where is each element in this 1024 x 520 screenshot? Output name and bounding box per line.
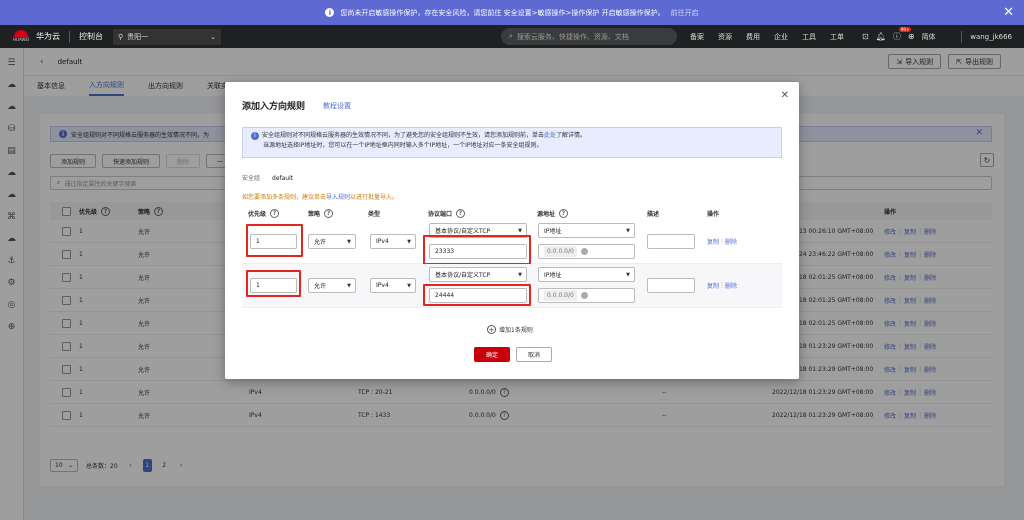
help-icon[interactable]: ? (456, 208, 466, 218)
help-icon[interactable]: ? (324, 208, 334, 218)
security-group-field: 安全组 default (242, 175, 294, 182)
caret-down-icon: ▼ (347, 238, 351, 245)
highlight-box (423, 284, 531, 306)
caret-down-icon: ▼ (347, 282, 351, 289)
delete-link[interactable]: 删除 (725, 281, 737, 290)
dialog-table-header: 优先级? 策略? 类型 协议端口? 源地址? 描述 操作 (248, 208, 720, 218)
region-selector[interactable]: ⚲ 贵阳一 ⌄ (113, 28, 221, 45)
cancel-button[interactable]: 取消 (516, 347, 552, 362)
type-select[interactable]: IPv4 ▼ (370, 234, 416, 249)
description-input[interactable] (647, 234, 695, 249)
close-icon[interactable]: ✕ (1003, 5, 1014, 20)
type-select[interactable]: IPv4 ▼ (370, 278, 416, 293)
confirm-button[interactable]: 确定 (474, 347, 510, 362)
top-navbar: HUAWEI 华为云 控制台 ⚲ 贵阳一 ⌄ ⌕ 搜索云服务、快捷操作、资源、文… (0, 25, 1024, 48)
policy-select[interactable]: 允许 ▼ (308, 278, 356, 293)
dialog-info-alert: i 安全组规则对不同规格云服务器的生效情况不同，为了避免您的安全组规则不生效，请您… (242, 127, 782, 158)
plus-icon: + (487, 325, 496, 334)
console-link[interactable]: 控制台 (79, 31, 103, 42)
source-type-select[interactable]: IP地址 ▼ (538, 223, 635, 238)
notice-link[interactable]: 前往开启 (671, 8, 699, 18)
caret-down-icon: ▼ (626, 271, 630, 278)
rule-row-1: 1 允许 ▼ IPv4 ▼ 基本协议/自定义TCP ▼ 23333 IP地址 ▼ 0.0… (242, 220, 782, 265)
source-ip-input[interactable]: 0.0.0.0/0 (538, 244, 635, 259)
global-search-input[interactable]: ⌕ 搜索云服务、快捷操作、资源、文档 (501, 28, 677, 45)
chevron-down-icon: ⌄ (210, 32, 216, 41)
notice-text: 您尚未开启敏感操作保护，存在安全风险，请您前往 安全设置>敏感操作>操作保护 开… (340, 8, 665, 17)
nav-link-enterprise[interactable]: 企业 (774, 32, 788, 42)
description-input[interactable] (647, 278, 695, 293)
source-type-select[interactable]: IP地址 ▼ (538, 267, 635, 282)
help-icon[interactable]: ⓘ 99+ (893, 27, 912, 42)
globe-icon[interactable]: ⊕ (908, 32, 915, 41)
highlight-box (423, 235, 531, 265)
highlight-box (246, 270, 301, 297)
import-tip: 如您要添加多条规则，建议单击导入规则以进行批量导入。 (242, 194, 399, 201)
copy-link[interactable]: 复制 (707, 237, 719, 246)
caret-down-icon: ▼ (626, 227, 630, 234)
nav-link-tickets[interactable]: 工单 (830, 32, 844, 42)
add-one-rule-button[interactable]: + 增加1条规则 (487, 325, 533, 334)
clear-icon[interactable] (581, 292, 588, 299)
huawei-logo[interactable]: HUAWEI (10, 29, 32, 44)
nav-link-beian[interactable]: 备案 (690, 32, 704, 42)
source-ip-input[interactable]: 0.0.0.0/0 (538, 288, 635, 303)
add-inbound-rule-dialog: 添加入方向规则 教程设置 ✕ i 安全组规则对不同规格云服务器的生效情况不同，为了… (225, 82, 799, 379)
protocol-select[interactable]: 基本协议/自定义TCP ▼ (429, 267, 527, 282)
brand-name[interactable]: 华为云 (36, 31, 60, 42)
policy-select[interactable]: 允许 ▼ (308, 234, 356, 249)
copy-link[interactable]: 复制 (707, 281, 719, 290)
nav-link-billing[interactable]: 费用 (746, 32, 760, 42)
tutorial-link[interactable]: 教程设置 (323, 101, 351, 111)
username[interactable]: wang_jk666 (970, 33, 1012, 41)
info-icon: i (325, 8, 335, 17)
clear-icon[interactable] (581, 248, 588, 255)
close-icon[interactable]: ✕ (781, 90, 789, 101)
highlight-box (246, 224, 303, 257)
caret-down-icon: ▼ (518, 227, 522, 234)
notice-bar: i 您尚未开启敏感操作保护，存在安全风险，请您前往 安全设置>敏感操作>操作保护… (0, 0, 1024, 25)
nav-link-tools[interactable]: 工具 (802, 32, 816, 42)
caret-down-icon: ▼ (407, 282, 411, 289)
help-icon[interactable]: ? (270, 208, 280, 218)
help-icon[interactable]: ? (559, 208, 569, 218)
rule-row-2: 1 允许 ▼ IPv4 ▼ 基本协议/自定义TCP ▼ 24444 IP地址 ▼ 0.0… (242, 264, 782, 308)
caret-down-icon: ▼ (518, 271, 522, 278)
caret-down-icon: ▼ (407, 238, 411, 245)
nav-link-resources[interactable]: 资源 (718, 32, 732, 42)
language-selector[interactable]: 简体 (922, 32, 936, 42)
delete-link[interactable]: 删除 (725, 237, 737, 246)
bell-icon[interactable]: 🔔︎ (876, 32, 886, 41)
location-icon: ⚲ (118, 32, 124, 41)
search-icon: ⌕ (509, 32, 513, 40)
details-link[interactable]: 此处 (544, 132, 556, 139)
dialog-title: 添加入方向规则 (242, 102, 306, 112)
info-icon: i (251, 131, 259, 140)
terminal-icon[interactable]: ⊡ (862, 32, 869, 41)
import-rules-link[interactable]: 导入规则 (326, 194, 350, 201)
